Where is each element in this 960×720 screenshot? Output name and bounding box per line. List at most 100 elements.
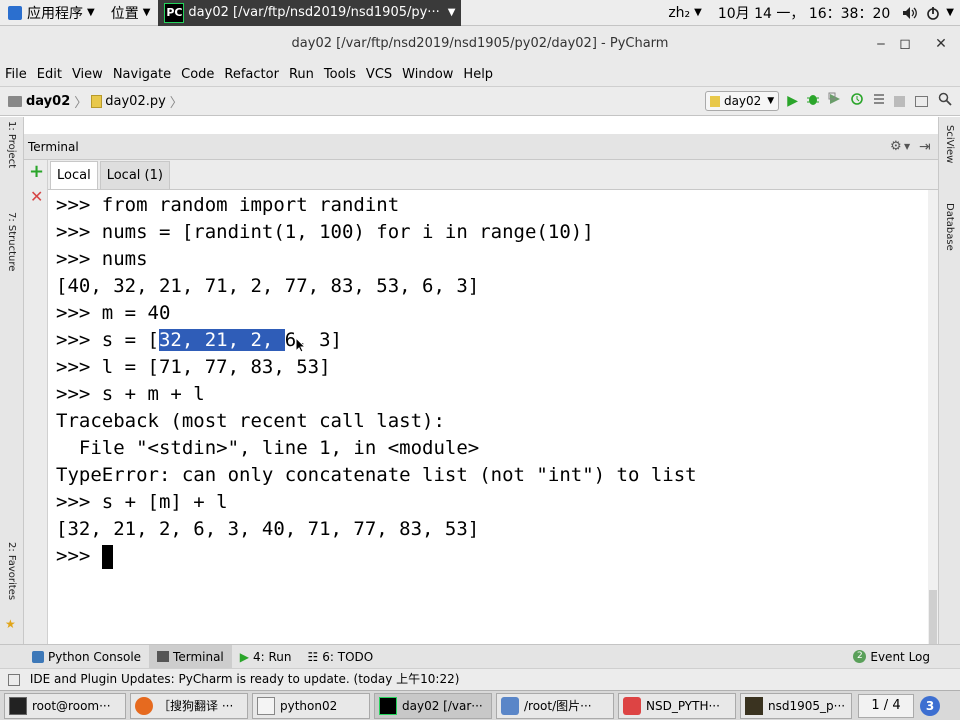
applications-menu[interactable]: 应用程序 ▼	[0, 0, 103, 26]
pycharm-icon: PC	[164, 2, 185, 23]
places-menu[interactable]: 位置 ▼	[103, 0, 159, 26]
task-firefox[interactable]: ［搜狗翻译 ···	[130, 692, 248, 719]
chevron-down-icon: ▼	[142, 7, 151, 18]
event-count-badge: 2	[853, 650, 867, 663]
terminal-scrollbar[interactable]	[928, 190, 938, 644]
terminal-title: Terminal	[28, 140, 79, 154]
folder-icon	[8, 95, 22, 107]
notification-badge[interactable]: 3	[920, 695, 940, 716]
close-session-icon[interactable]: ✕	[30, 188, 43, 206]
menu-navigate[interactable]: Navigate	[108, 67, 176, 82]
task-media[interactable]: nsd1905_p···	[740, 692, 852, 719]
breadcrumb-project[interactable]: day02	[26, 94, 70, 109]
task-terminal[interactable]: root@room···	[4, 692, 126, 719]
menu-bar: File Edit View Navigate Code Refactor Ru…	[0, 62, 960, 86]
power-icon[interactable]	[922, 0, 944, 26]
menu-code[interactable]: Code	[176, 67, 219, 82]
scrollbar-thumb[interactable]	[929, 590, 937, 644]
active-window-menu[interactable]: PC day02 [/var/ftp/nsd2019/nsd1905/py···…	[158, 0, 462, 26]
terminal-line: >>> nums = [randint(1, 100) for i in ran…	[56, 221, 594, 243]
chevron-down-icon: ▼	[447, 7, 456, 18]
clock[interactable]: 10月 14 一， 16：38：20	[710, 0, 898, 26]
right-tool-strip: SciView Database	[938, 117, 960, 644]
database-tool-button[interactable]: Database	[944, 203, 955, 268]
chevron-down-icon[interactable]: ▼	[904, 134, 910, 160]
text-editor-icon	[257, 696, 275, 715]
menu-file[interactable]: File	[0, 67, 32, 82]
input-method-indicator[interactable]: zh₂ ▼	[660, 0, 710, 26]
concurrency-icon[interactable]	[872, 92, 886, 110]
terminal-tabs: Local Local (1)	[48, 160, 938, 190]
python-console-button[interactable]: Python Console	[24, 645, 149, 669]
terminal-icon	[9, 696, 27, 715]
volume-icon[interactable]	[898, 0, 922, 26]
terminal-line: >>>	[56, 543, 113, 570]
prompt: >>>	[56, 545, 102, 567]
new-session-icon[interactable]: +	[29, 163, 44, 181]
status-indicator-icon[interactable]	[8, 673, 20, 686]
workspace-indicator[interactable]: 1 / 4	[858, 693, 914, 718]
taskbar: root@room··· ［搜狗翻译 ··· python02 day02 [/…	[0, 690, 960, 720]
layout-icon[interactable]	[915, 95, 928, 107]
run-config-select[interactable]: day02 ▼	[704, 91, 780, 111]
sciview-tool-button[interactable]: SciView	[944, 125, 955, 180]
stop-icon[interactable]	[894, 95, 905, 107]
chevron-down-icon: ▼	[694, 7, 702, 18]
applications-label: 应用程序	[27, 5, 83, 22]
menu-refactor[interactable]: Refactor	[219, 67, 284, 82]
run-icon: ▶	[239, 649, 249, 664]
terminal-line: Traceback (most recent call last):	[56, 410, 445, 432]
tab-local[interactable]: Local	[50, 161, 98, 189]
run-button[interactable]: ▶ 4: Run	[232, 645, 300, 669]
menu-tools[interactable]: Tools	[319, 67, 361, 82]
menu-help[interactable]: Help	[458, 67, 498, 82]
menu-vcs[interactable]: VCS	[361, 67, 397, 82]
chevron-down-icon[interactable]: ▼	[944, 0, 960, 26]
terminal-header: Terminal ⚙ ▼ ⇥	[24, 134, 938, 160]
profile-icon[interactable]	[850, 92, 864, 110]
terminal-icon	[157, 651, 170, 662]
menu-window[interactable]: Window	[397, 67, 458, 82]
hide-panel-icon[interactable]: ⇥	[919, 134, 931, 160]
active-window-label: day02 [/var/ftp/nsd2019/nsd1905/py···	[188, 5, 440, 20]
favorites-tool-button[interactable]: 2: Favorites	[6, 542, 17, 627]
chevron-right-icon: 〉	[169, 95, 183, 111]
task-pycharm[interactable]: day02 [/var···	[374, 692, 492, 719]
todo-button[interactable]: ☷ 6: TODO	[300, 645, 382, 669]
terminal-output[interactable]: >>> from random import randint >>> nums …	[48, 190, 928, 644]
terminal-line: >>> l = [71, 77, 83, 53]	[56, 356, 331, 378]
task-editor[interactable]: python02	[252, 692, 370, 719]
menu-edit[interactable]: Edit	[32, 67, 67, 82]
run-icon[interactable]: ▶	[787, 93, 798, 109]
window-title-bar: day02 [/var/ftp/nsd2019/nsd1905/py02/day…	[0, 26, 960, 62]
breadcrumb-file[interactable]: day02.py	[105, 94, 166, 109]
pycharm-icon	[379, 696, 397, 715]
close-icon[interactable]: ✕	[926, 26, 956, 62]
left-tool-strip: 1: Project 7: Structure 2: Favorites ★	[0, 117, 24, 644]
cursor	[101, 544, 113, 569]
search-icon[interactable]	[938, 92, 952, 110]
maximize-icon[interactable]: ◻	[890, 26, 920, 62]
debug-icon[interactable]	[806, 92, 820, 110]
terminal-line: >>> m = 40	[56, 302, 171, 324]
mouse-pointer-icon	[295, 336, 307, 358]
coverage-icon[interactable]	[828, 92, 842, 110]
text-selection: 32, 21, 2,	[158, 329, 285, 351]
settings-icon[interactable]: ⚙	[890, 134, 902, 160]
menu-view[interactable]: View	[67, 67, 108, 82]
tool-window-bar: Python Console Terminal ▶ 4: Run ☷ 6: TO…	[0, 644, 960, 669]
python-file-icon	[91, 94, 103, 108]
task-browser[interactable]: NSD_PYTH···	[618, 692, 736, 719]
structure-tool-button[interactable]: 7: Structure	[6, 212, 17, 297]
menu-run[interactable]: Run	[284, 67, 319, 82]
browser-icon	[623, 696, 641, 715]
firefox-icon	[135, 696, 153, 715]
tab-local-1[interactable]: Local (1)	[99, 161, 170, 189]
python-icon	[32, 650, 44, 663]
terminal-button[interactable]: Terminal	[149, 644, 232, 669]
system-top-bar: 应用程序 ▼ 位置 ▼ PC day02 [/var/ftp/nsd2019/n…	[0, 0, 960, 26]
task-image-viewer[interactable]: /root/图片···	[496, 692, 614, 719]
event-log-button[interactable]: 2 Event Log	[845, 645, 938, 669]
status-message[interactable]: IDE and Plugin Updates: PyCharm is ready…	[30, 672, 460, 686]
project-tool-button[interactable]: 1: Project	[6, 121, 17, 201]
